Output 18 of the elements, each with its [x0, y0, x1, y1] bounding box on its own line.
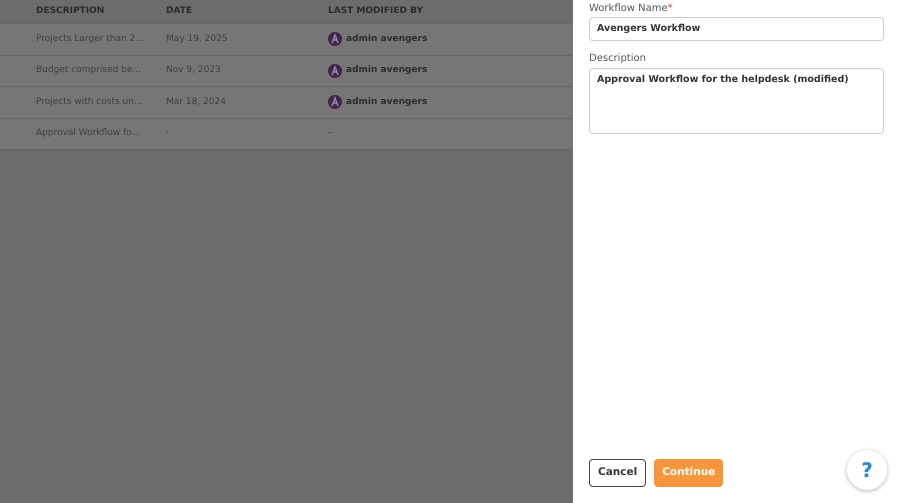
table-cell-text: admin avengers — [346, 32, 428, 46]
column-header: DATE — [166, 4, 194, 18]
field-label: Description — [589, 52, 647, 66]
cancel-button[interactable]: Cancel — [589, 459, 646, 487]
description-field[interactable]: Approval Workflow for the helpdesk (modified) — [589, 68, 884, 134]
table-cell-text: - — [328, 127, 332, 140]
input-field[interactable]: Avengers Workflow — [589, 17, 884, 42]
required-mark: * — [668, 2, 673, 16]
help-button[interactable]: ? — [847, 450, 887, 490]
table-cell-text: Budget comprised be... — [36, 64, 142, 77]
table-cell-text: - — [166, 127, 170, 140]
table-cell-text: Approval Workflow fo... — [36, 127, 142, 140]
table-cell-text: admin avengers — [346, 64, 428, 77]
table-cell-text: admin avengers — [346, 96, 428, 108]
field-label: Workflow Name — [589, 2, 668, 16]
table-cell-text: Mar 18, 2024 — [166, 96, 227, 108]
column-header: DESCRIPTION — [36, 4, 106, 18]
column-header: LAST MODIFIED BY — [328, 4, 424, 18]
